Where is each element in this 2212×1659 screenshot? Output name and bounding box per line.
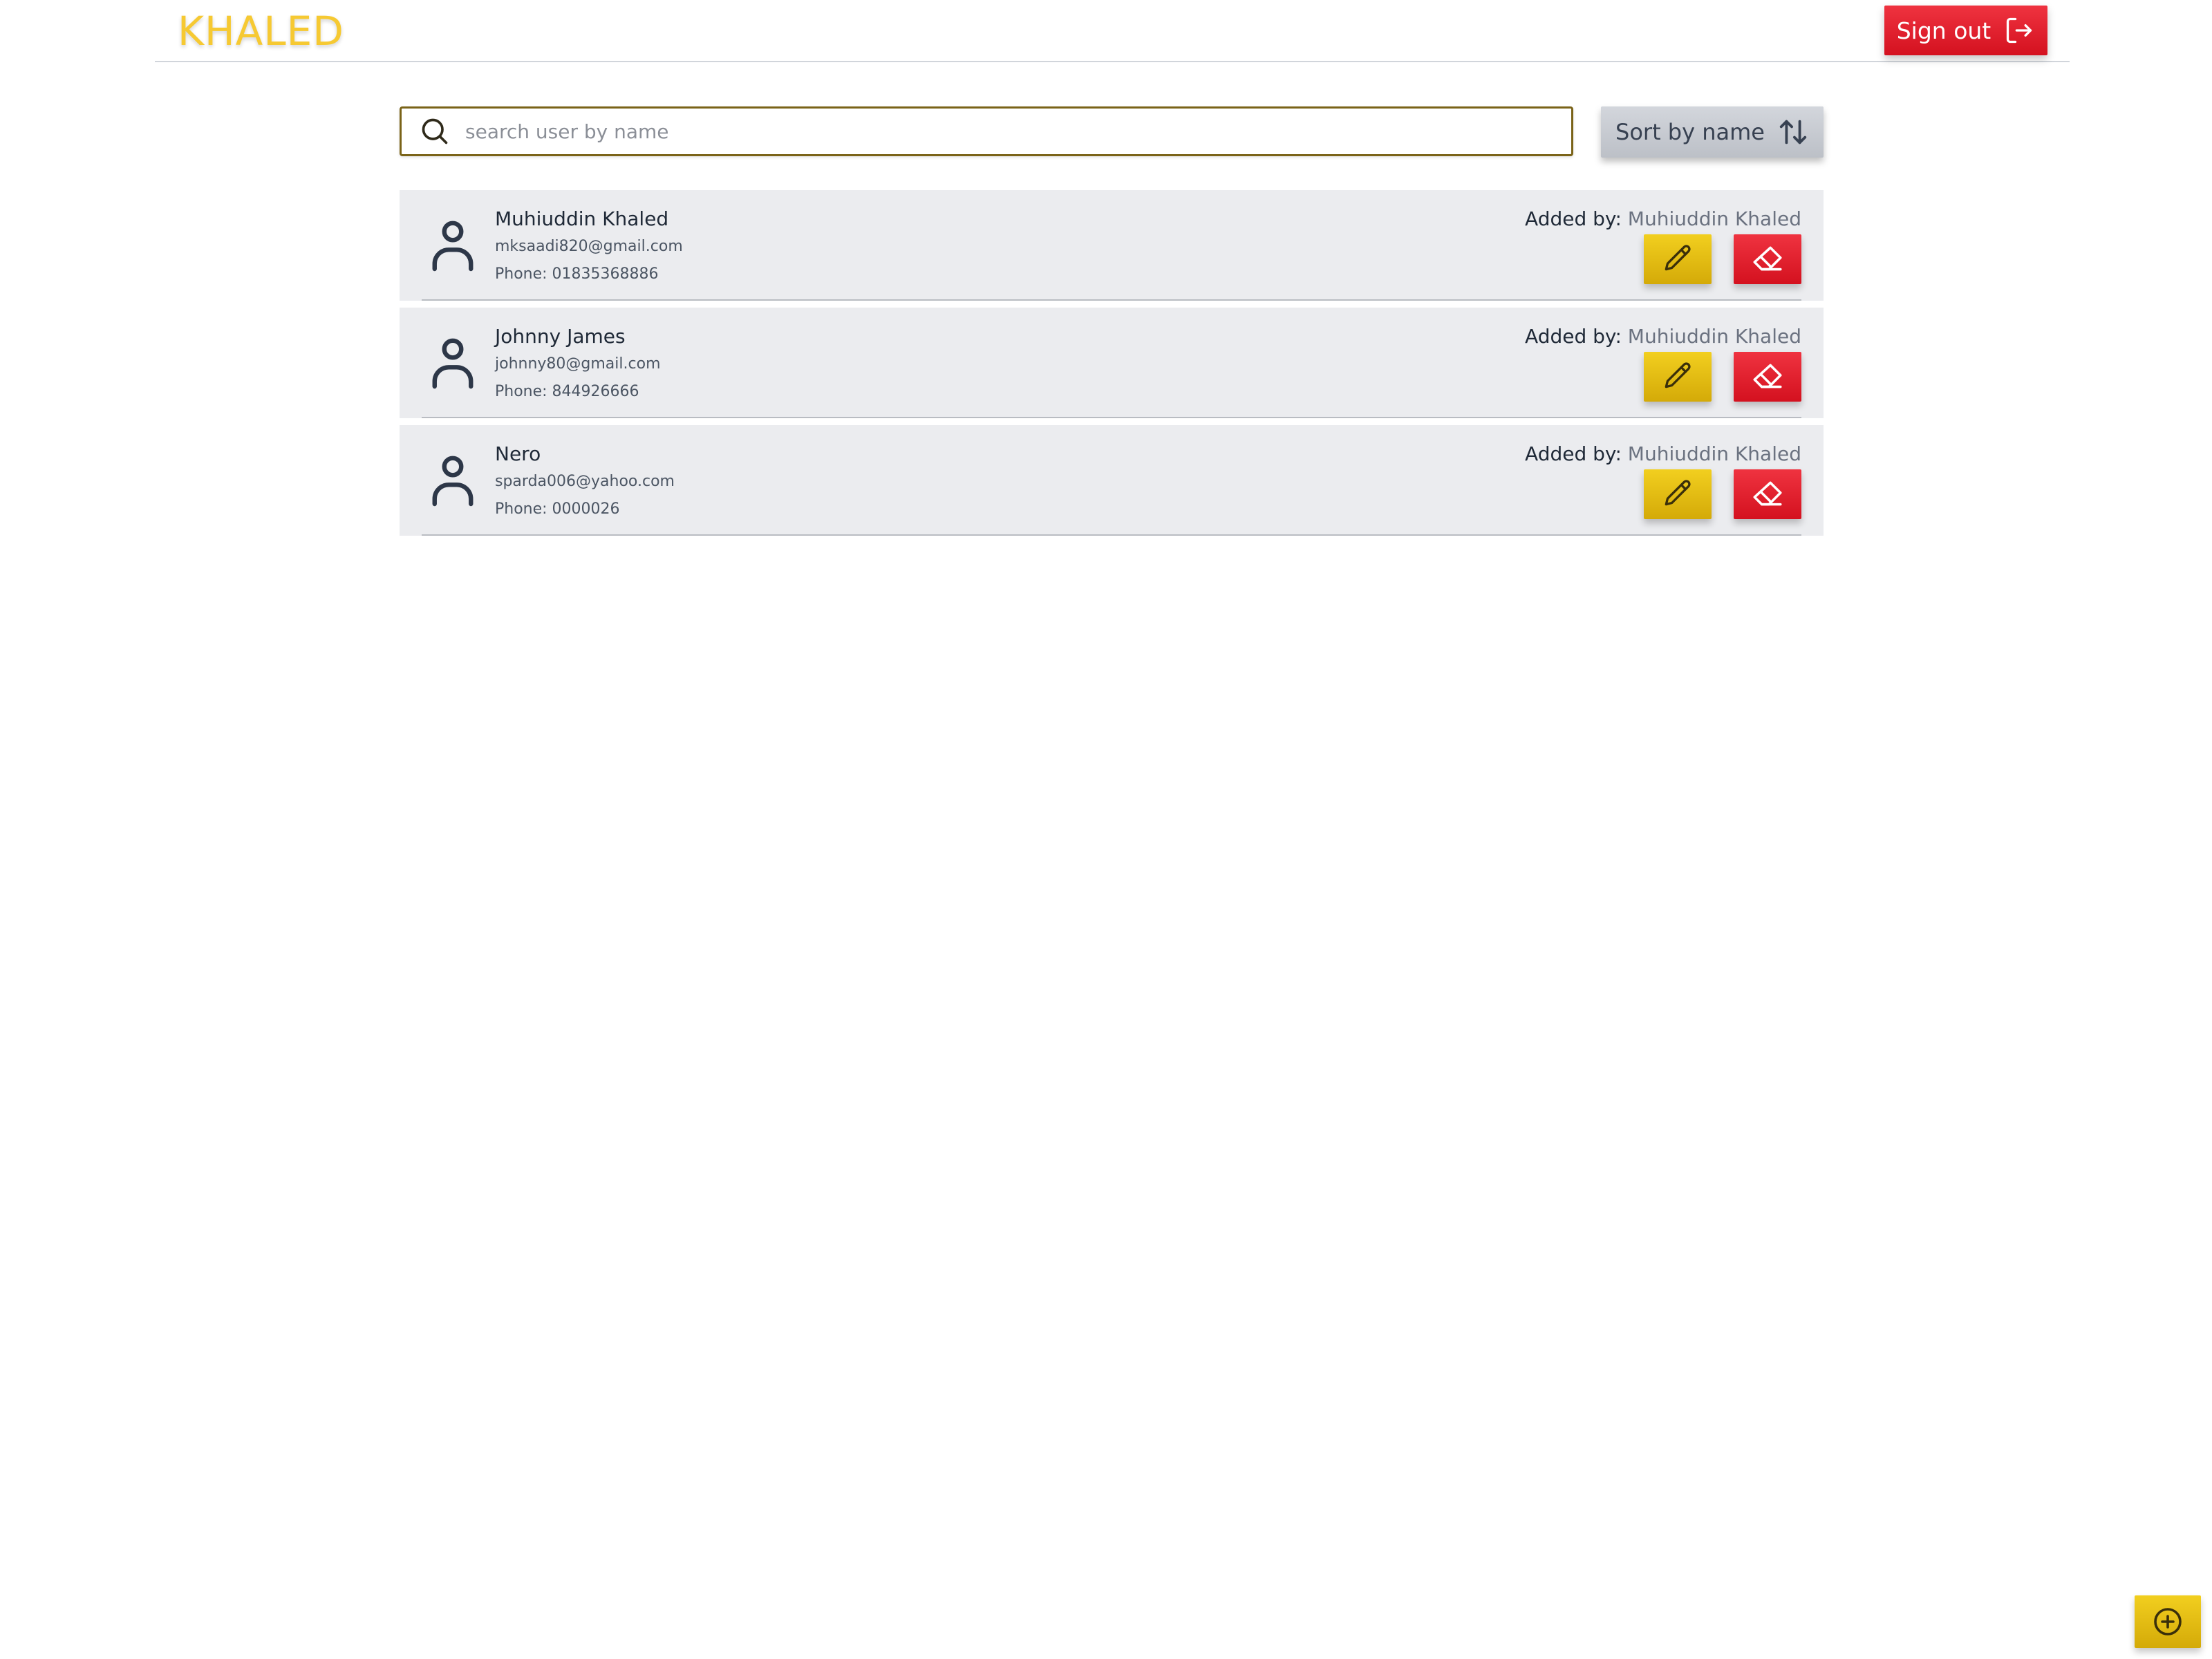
search-box[interactable] [400,106,1573,156]
plus-circle-icon [2154,1608,2182,1635]
brand-logo[interactable]: KHALED [178,6,344,57]
row-actions [1644,469,1801,519]
edit-button[interactable] [1644,234,1712,284]
added-by: Added by: Muhiuddin Khaled [1525,205,1801,233]
user-row: Muhiuddin Khaled mksaadi820@gmail.com Ph… [400,190,1824,301]
pencil-icon [1665,480,1691,506]
added-by-label: Added by: [1525,442,1622,465]
user-phone: Phone: 844926666 [495,383,639,400]
sign-out-button[interactable]: Sign out [1884,6,2047,55]
page: KHALED Sign out Sort by name [0,0,2212,1659]
added-by-name: Muhiuddin Khaled [1627,207,1801,230]
sort-by-name-button[interactable]: Sort by name [1601,106,1824,158]
delete-button[interactable] [1734,234,1801,284]
top-bar: KHALED Sign out [155,0,2070,62]
pencil-icon [1665,362,1691,388]
user-name: Johnny James [495,325,626,348]
user-row: Johnny James johnny80@gmail.com Phone: 8… [400,308,1824,418]
sign-out-icon [2007,17,2032,44]
user-info: Johnny James johnny80@gmail.com Phone: 8… [495,323,661,406]
edit-button[interactable] [1644,469,1712,519]
user-phone: Phone: 0000026 [495,500,620,518]
sort-arrows-icon [1779,120,1807,144]
delete-button[interactable] [1734,469,1801,519]
user-info: Muhiuddin Khaled mksaadi820@gmail.com Ph… [495,205,683,288]
user-info: Nero sparda006@yahoo.com Phone: 0000026 [495,440,675,523]
row-actions [1644,234,1801,284]
user-icon [432,338,474,389]
add-user-button[interactable] [2135,1595,2201,1648]
user-email: johnny80@gmail.com [495,355,661,373]
added-by-label: Added by: [1525,207,1622,230]
user-name: Muhiuddin Khaled [495,207,669,230]
pencil-icon [1665,245,1691,271]
added-by: Added by: Muhiuddin Khaled [1525,323,1801,350]
eraser-icon [1753,364,1782,388]
added-by: Added by: Muhiuddin Khaled [1525,440,1801,468]
search-input[interactable] [465,120,1571,143]
user-email: mksaadi820@gmail.com [495,238,683,255]
user-row: Nero sparda006@yahoo.com Phone: 0000026 … [400,425,1824,536]
user-icon [432,456,474,507]
user-email: sparda006@yahoo.com [495,473,675,490]
row-actions [1644,352,1801,402]
added-by-name: Muhiuddin Khaled [1627,325,1801,348]
delete-button[interactable] [1734,352,1801,402]
user-phone: Phone: 01835368886 [495,265,659,283]
eraser-icon [1753,246,1782,271]
search-icon [422,118,448,144]
user-icon [432,221,474,272]
user-list: Muhiuddin Khaled mksaadi820@gmail.com Ph… [400,190,1824,543]
added-by-name: Muhiuddin Khaled [1627,442,1801,465]
sort-label: Sort by name [1615,119,1765,145]
user-name: Nero [495,442,541,465]
edit-button[interactable] [1644,352,1712,402]
eraser-icon [1753,481,1782,506]
sign-out-label: Sign out [1896,17,1991,44]
added-by-label: Added by: [1525,325,1622,348]
